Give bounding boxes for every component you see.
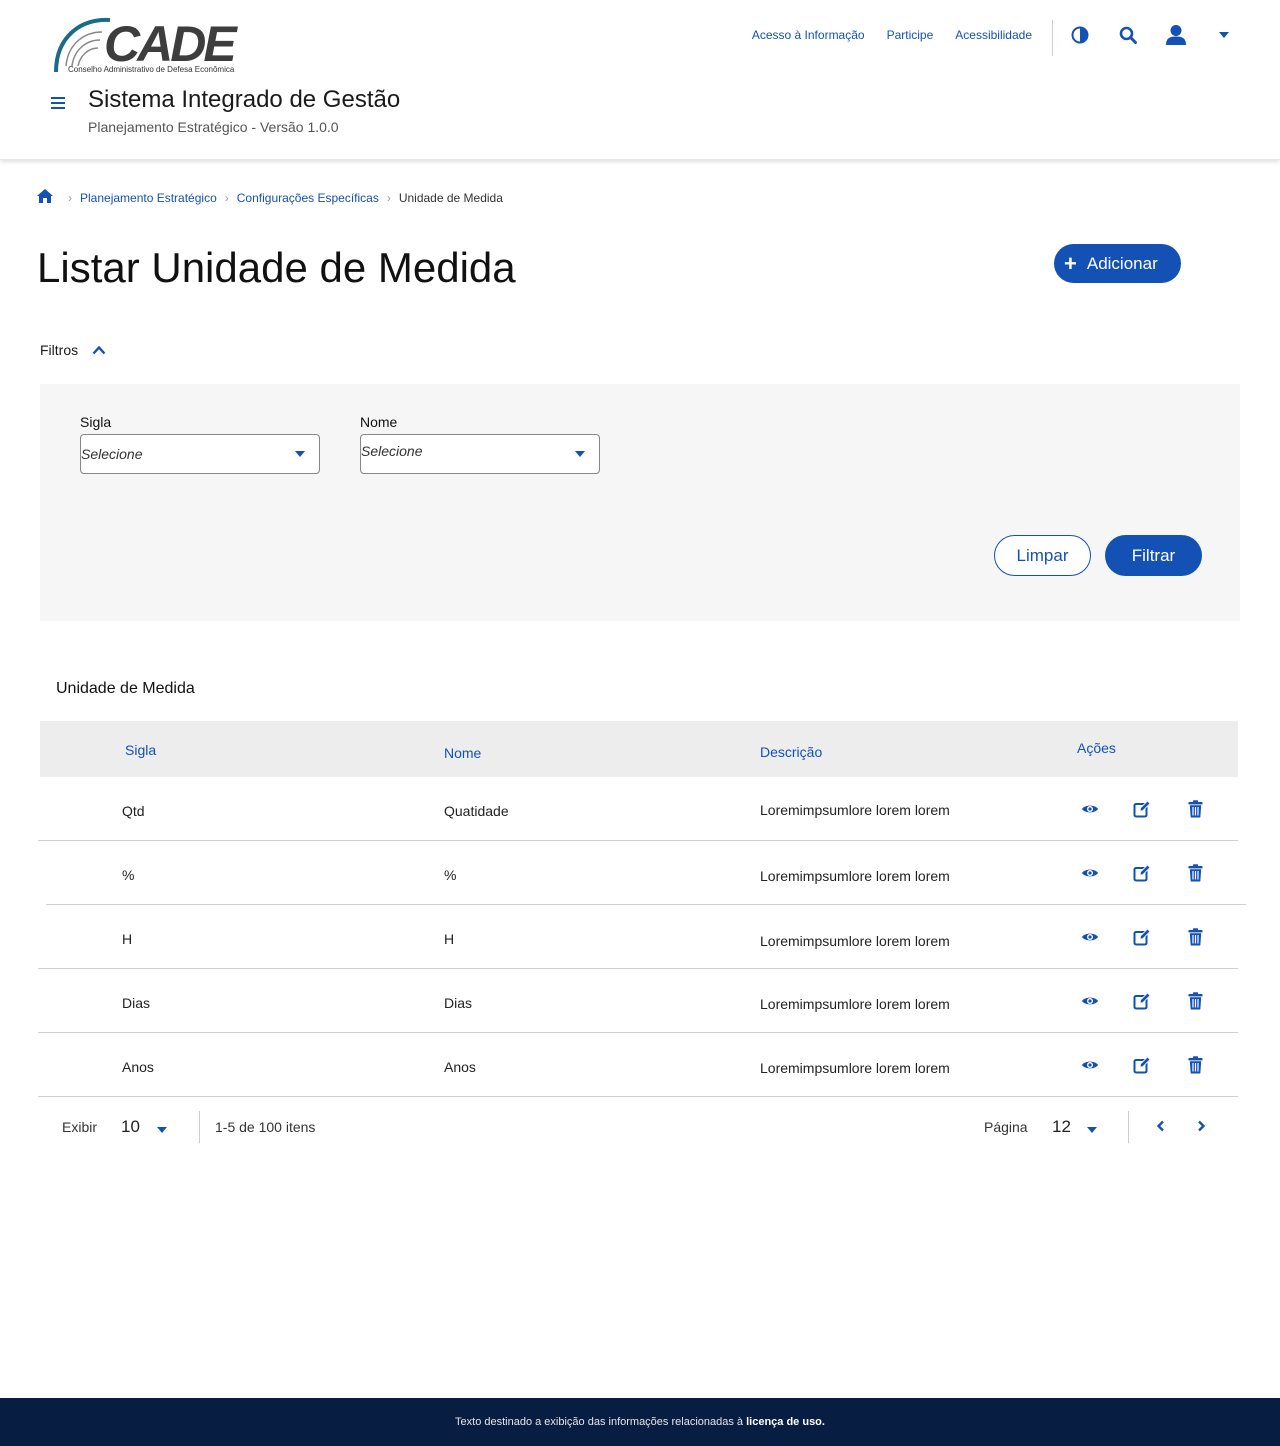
table-row: Anos Anos Loremimpsumlore lorem lorem <box>38 1033 1238 1097</box>
chevron-up-icon <box>92 342 106 358</box>
view-icon[interactable] <box>1080 863 1100 883</box>
logo-subtitle: Conselho Administrativo de Defesa Econôm… <box>68 65 235 74</box>
header-divider <box>1052 20 1053 56</box>
column-header-acoes: Ações <box>1077 740 1116 756</box>
delete-icon[interactable] <box>1185 799 1205 819</box>
view-icon[interactable] <box>1080 799 1100 819</box>
contrast-icon[interactable] <box>1069 24 1091 46</box>
column-header-sigla[interactable]: Sigla <box>125 742 156 758</box>
caret-down-icon <box>295 451 305 457</box>
logo-wordmark: CADE <box>104 16 237 72</box>
table-title: Unidade de Medida <box>56 680 195 697</box>
column-header-descricao[interactable]: Descrição <box>760 744 822 760</box>
nome-select[interactable]: Selecione <box>360 434 600 474</box>
cell-nome: H <box>444 931 455 947</box>
edit-icon[interactable] <box>1132 799 1152 819</box>
chevron-right-icon: › <box>224 190 229 205</box>
sigla-select-value: Selecione <box>81 446 143 462</box>
table-row: Qtd Quatidade Loremimpsumlore lorem lorem <box>38 777 1238 841</box>
system-title: Sistema Integrado de Gestão <box>88 86 401 113</box>
clear-button[interactable]: Limpar <box>994 535 1091 576</box>
footer-text: Texto destinado a exibição das informaçõ… <box>455 1416 744 1428</box>
home-icon[interactable] <box>36 188 54 207</box>
cell-descricao: Loremimpsumlore lorem lorem <box>760 802 950 818</box>
license-link[interactable]: licença de uso. <box>746 1416 825 1428</box>
cell-sigla: % <box>122 867 135 883</box>
edit-icon[interactable] <box>1132 863 1152 883</box>
view-icon[interactable] <box>1080 991 1100 1011</box>
filter-button[interactable]: Filtrar <box>1105 535 1202 576</box>
cell-nome: Dias <box>444 995 473 1011</box>
cell-descricao: Loremimpsumlore lorem lorem <box>760 1060 950 1076</box>
cell-sigla: Anos <box>122 1059 154 1075</box>
sigla-label: Sigla <box>80 414 112 430</box>
page-label: Página <box>984 1119 1028 1135</box>
chevron-right-icon: › <box>386 190 391 205</box>
breadcrumb-planejamento[interactable]: Planejamento Estratégico <box>80 191 217 205</box>
cell-sigla: H <box>122 931 133 947</box>
column-header-nome[interactable]: Nome <box>444 745 481 761</box>
pager-divider <box>199 1111 200 1143</box>
cell-nome: Anos <box>444 1059 476 1075</box>
cell-descricao: Loremimpsumlore lorem lorem <box>760 933 950 949</box>
filters-toggle[interactable]: Filtros <box>40 342 106 358</box>
table-row: Dias Dias Loremimpsumlore lorem lorem <box>38 969 1238 1033</box>
cell-sigla: Qtd <box>122 803 145 819</box>
user-icon[interactable] <box>1165 24 1187 46</box>
table-row: H H Loremimpsumlore lorem lorem <box>38 905 1238 969</box>
add-button[interactable]: + Adicionar <box>1054 244 1181 283</box>
page-size-select[interactable]: 10 <box>121 1117 140 1137</box>
search-icon[interactable] <box>1117 24 1139 46</box>
cell-nome: % <box>444 867 457 883</box>
show-label: Exibir <box>62 1119 98 1135</box>
sigla-select[interactable]: Selecione <box>80 434 320 474</box>
breadcrumb-configuracoes[interactable]: Configurações Específicas <box>237 191 379 205</box>
chevron-right-icon[interactable] <box>1196 1119 1206 1137</box>
link-acesso-informacao[interactable]: Acesso à Informação <box>752 27 865 43</box>
edit-icon[interactable] <box>1132 991 1152 1011</box>
view-icon[interactable] <box>1080 927 1100 947</box>
caret-down-icon[interactable] <box>1087 1121 1097 1139</box>
pager-divider <box>1128 1111 1129 1143</box>
add-button-label: Adicionar <box>1086 253 1158 273</box>
table-header: Sigla Nome Descrição Ações <box>40 721 1238 777</box>
link-acessibilidade[interactable]: Acessibilidade <box>955 27 1032 43</box>
cell-sigla: Dias <box>122 995 151 1011</box>
view-icon[interactable] <box>1080 1055 1100 1075</box>
cell-descricao: Loremimpsumlore lorem lorem <box>760 996 950 1012</box>
link-participe[interactable]: Participe <box>887 27 934 43</box>
hamburger-menu-icon[interactable] <box>50 94 70 114</box>
system-subtitle: Planejamento Estratégico - Versão 1.0.0 <box>88 119 339 135</box>
breadcrumb-current: Unidade de Medida <box>398 190 503 205</box>
delete-icon[interactable] <box>1185 863 1205 883</box>
footer: Texto destinado a exibição das informaçõ… <box>0 1398 1280 1446</box>
chevron-left-icon[interactable] <box>1156 1119 1166 1137</box>
delete-icon[interactable] <box>1185 927 1205 947</box>
caret-down-icon[interactable] <box>1213 24 1235 46</box>
range-text: 1-5 de 100 itens <box>215 1119 316 1135</box>
caret-down-icon <box>575 451 585 457</box>
breadcrumb: › Planejamento Estratégico › Configuraçõ… <box>36 188 503 207</box>
plus-icon: + <box>1064 250 1077 276</box>
pagination: Exibir 10 1-5 de 100 itens Página 12 <box>38 1097 1238 1157</box>
cell-nome: Quatidade <box>444 803 509 819</box>
caret-down-icon[interactable] <box>157 1121 167 1139</box>
cade-logo[interactable]: CADE Conselho Administrativo de Defesa E… <box>52 16 252 78</box>
filter-panel <box>40 384 1240 621</box>
edit-icon[interactable] <box>1132 1055 1152 1075</box>
chevron-right-icon: › <box>68 190 72 205</box>
delete-icon[interactable] <box>1185 1055 1205 1075</box>
table-row: %% Loremimpsumlore lorem lorem <box>46 841 1246 905</box>
cell-descricao: Loremimpsumlore lorem lorem <box>760 868 950 884</box>
nome-label: Nome <box>360 414 398 430</box>
page-title: Listar Unidade de Medida <box>37 244 516 291</box>
edit-icon[interactable] <box>1132 927 1152 947</box>
page-select[interactable]: 12 <box>1052 1117 1071 1137</box>
filters-label: Filtros <box>40 342 79 358</box>
site-header: CADE Conselho Administrativo de Defesa E… <box>0 0 1280 160</box>
nome-select-value: Selecione <box>361 443 423 459</box>
top-links: Acesso à Informação Participe Acessibili… <box>752 27 1032 43</box>
delete-icon[interactable] <box>1185 991 1205 1011</box>
